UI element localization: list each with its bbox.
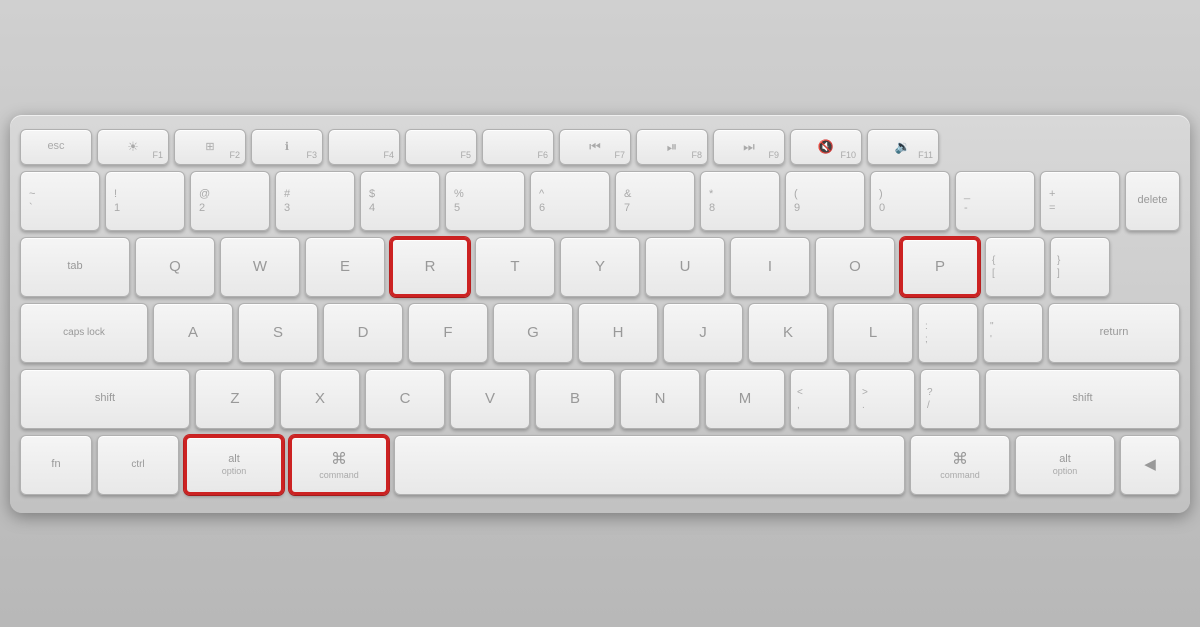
key-f1[interactable]: ☀ F1 — [97, 129, 169, 165]
key-fn[interactable]: fn — [20, 435, 92, 495]
key-c[interactable]: C — [365, 369, 445, 429]
key-comma[interactable]: < , — [790, 369, 850, 429]
key-f9[interactable]: ⏭ F9 — [713, 129, 785, 165]
key-p[interactable]: P — [900, 237, 980, 297]
key-command-right[interactable]: ⌘ command — [910, 435, 1010, 495]
key-slash[interactable]: ? / — [920, 369, 980, 429]
key-l[interactable]: L — [833, 303, 913, 363]
key-f10[interactable]: 🔇 F10 — [790, 129, 862, 165]
key-shift-right[interactable]: shift — [985, 369, 1180, 429]
key-5[interactable]: % 5 — [445, 171, 525, 231]
key-q[interactable]: Q — [135, 237, 215, 297]
key-f3[interactable]: ℹ F3 — [251, 129, 323, 165]
key-equals[interactable]: + = — [1040, 171, 1120, 231]
key-command-left[interactable]: ⌘ command — [289, 435, 389, 495]
key-rbracket[interactable]: } ] — [1050, 237, 1110, 297]
key-f8[interactable]: ⏯ F8 — [636, 129, 708, 165]
key-0[interactable]: ) 0 — [870, 171, 950, 231]
key-t[interactable]: T — [475, 237, 555, 297]
key-x[interactable]: X — [280, 369, 360, 429]
key-v[interactable]: V — [450, 369, 530, 429]
key-h[interactable]: H — [578, 303, 658, 363]
key-f6[interactable]: F6 — [482, 129, 554, 165]
key-1[interactable]: ! 1 — [105, 171, 185, 231]
key-space[interactable] — [394, 435, 905, 495]
bottom-row: fn ctrl alt option ⌘ command ⌘ command a… — [20, 435, 1180, 495]
key-period[interactable]: > . — [855, 369, 915, 429]
key-y[interactable]: Y — [560, 237, 640, 297]
key-4[interactable]: $ 4 — [360, 171, 440, 231]
key-option-right[interactable]: alt option — [1015, 435, 1115, 495]
keyboard: esc ☀ F1 ⊞ F2 ℹ F3 F4 F5 F6 ⏮ — [10, 115, 1190, 513]
key-g[interactable]: G — [493, 303, 573, 363]
key-a[interactable]: A — [153, 303, 233, 363]
key-minus[interactable]: _ - — [955, 171, 1035, 231]
key-6[interactable]: ^ 6 — [530, 171, 610, 231]
key-arrow-left[interactable]: ◀ — [1120, 435, 1180, 495]
key-quote[interactable]: " ' — [983, 303, 1043, 363]
key-tab[interactable]: tab — [20, 237, 130, 297]
key-j[interactable]: J — [663, 303, 743, 363]
key-semicolon[interactable]: : ; — [918, 303, 978, 363]
key-return[interactable]: return — [1048, 303, 1180, 363]
zxcv-row: shift Z X C V B N M < , — [20, 369, 1180, 429]
key-tilde[interactable]: ~ ` — [20, 171, 100, 231]
key-9[interactable]: ( 9 — [785, 171, 865, 231]
key-delete[interactable]: delete — [1125, 171, 1180, 231]
key-f11[interactable]: 🔉 F11 — [867, 129, 939, 165]
key-f2[interactable]: ⊞ F2 — [174, 129, 246, 165]
number-row: ~ ` ! 1 @ 2 # 3 $ 4 — [20, 171, 1180, 231]
key-8[interactable]: * 8 — [700, 171, 780, 231]
key-o[interactable]: O — [815, 237, 895, 297]
key-u[interactable]: U — [645, 237, 725, 297]
key-m[interactable]: M — [705, 369, 785, 429]
key-b[interactable]: B — [535, 369, 615, 429]
qwerty-row: tab Q W E R T Y U I O P — [20, 237, 1180, 297]
key-e[interactable]: E — [305, 237, 385, 297]
key-z[interactable]: Z — [195, 369, 275, 429]
key-ctrl[interactable]: ctrl — [97, 435, 179, 495]
key-i[interactable]: I — [730, 237, 810, 297]
key-f4[interactable]: F4 — [328, 129, 400, 165]
key-lbracket[interactable]: { [ — [985, 237, 1045, 297]
key-k[interactable]: K — [748, 303, 828, 363]
key-option-left[interactable]: alt option — [184, 435, 284, 495]
key-n[interactable]: N — [620, 369, 700, 429]
key-d[interactable]: D — [323, 303, 403, 363]
key-f5[interactable]: F5 — [405, 129, 477, 165]
key-shift-left[interactable]: shift — [20, 369, 190, 429]
asdf-row: caps lock A S D F G H J K L : — [20, 303, 1180, 363]
key-2[interactable]: @ 2 — [190, 171, 270, 231]
key-esc[interactable]: esc — [20, 129, 92, 165]
key-w[interactable]: W — [220, 237, 300, 297]
key-s[interactable]: S — [238, 303, 318, 363]
key-r[interactable]: R — [390, 237, 470, 297]
key-f[interactable]: F — [408, 303, 488, 363]
key-capslock[interactable]: caps lock — [20, 303, 148, 363]
key-3[interactable]: # 3 — [275, 171, 355, 231]
key-f7[interactable]: ⏮ F7 — [559, 129, 631, 165]
fn-row: esc ☀ F1 ⊞ F2 ℹ F3 F4 F5 F6 ⏮ — [20, 129, 1180, 165]
key-7[interactable]: & 7 — [615, 171, 695, 231]
